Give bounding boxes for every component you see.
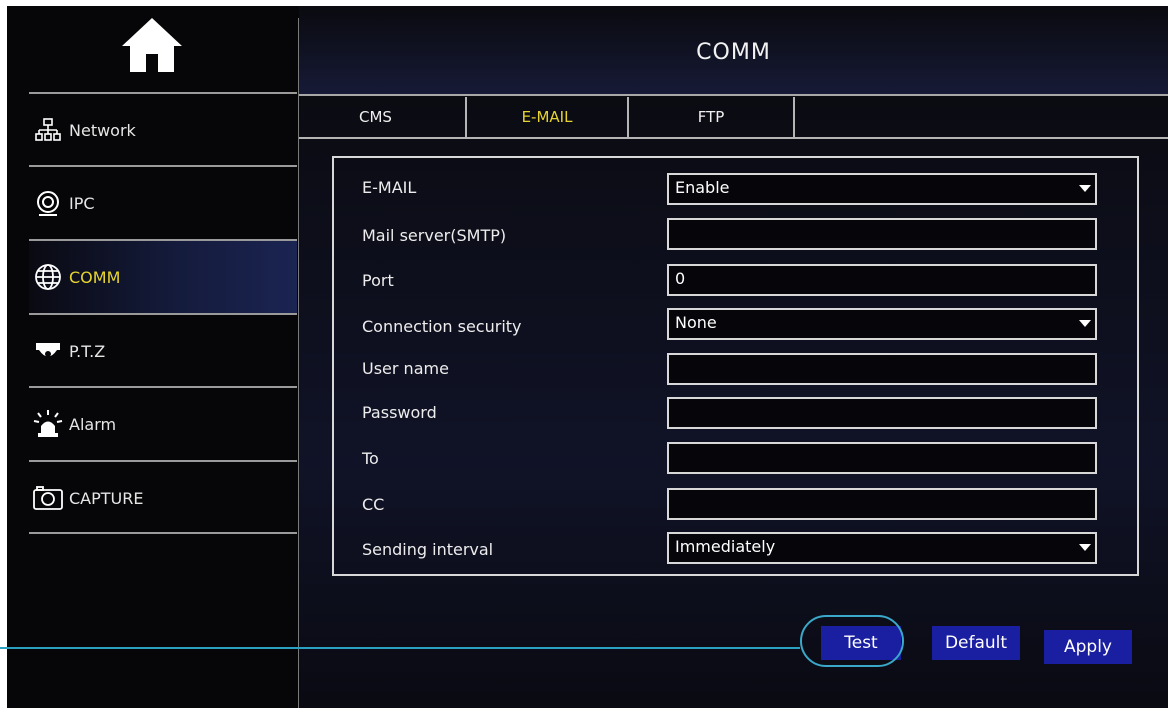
smtp-server-input[interactable] xyxy=(667,218,1097,250)
tab-cms[interactable]: CMS xyxy=(299,97,467,137)
sidebar: Network IPC COMM P.T.Z Alarm CAPTURE xyxy=(7,6,297,708)
network-icon xyxy=(33,115,63,145)
cc-label: CC xyxy=(362,495,385,514)
callout-highlight-ring xyxy=(800,615,904,667)
page-title: COMM xyxy=(696,40,771,65)
sidebar-item-ipc[interactable]: IPC xyxy=(29,167,297,239)
sidebar-item-label: Network xyxy=(69,120,136,140)
chevron-down-icon xyxy=(1079,185,1091,192)
connection-security-select[interactable]: None xyxy=(667,308,1097,340)
sidebar-item-label: Alarm xyxy=(69,414,117,434)
connection-security-label: Connection security xyxy=(362,317,522,336)
email-enable-select[interactable]: Enable xyxy=(667,173,1097,205)
chevron-down-icon xyxy=(1079,320,1091,327)
sidebar-item-ptz[interactable]: P.T.Z xyxy=(29,315,297,387)
chevron-down-icon xyxy=(1079,544,1091,551)
home-button[interactable] xyxy=(7,6,297,84)
sidebar-item-label: COMM xyxy=(69,267,121,287)
sidebar-item-network[interactable]: Network xyxy=(29,94,297,166)
sidebar-item-label: P.T.Z xyxy=(69,341,106,361)
camera-icon xyxy=(33,483,63,513)
sidebar-item-label: CAPTURE xyxy=(69,488,144,508)
password-label: Password xyxy=(362,403,437,422)
alarm-light-icon xyxy=(33,409,63,439)
callout-line xyxy=(0,647,800,649)
default-button[interactable]: Default xyxy=(932,626,1020,660)
username-label: User name xyxy=(362,359,449,378)
sending-interval-label: Sending interval xyxy=(362,540,494,559)
to-label: To xyxy=(362,449,379,468)
smtp-label: Mail server(SMTP) xyxy=(362,226,507,245)
sidebar-item-capture[interactable]: CAPTURE xyxy=(29,462,297,534)
cc-input[interactable] xyxy=(667,488,1097,520)
port-input[interactable]: 0 xyxy=(667,264,1097,296)
sidebar-item-label: IPC xyxy=(69,193,95,213)
username-input[interactable] xyxy=(667,353,1097,385)
ptz-camera-icon xyxy=(33,336,63,366)
password-input[interactable] xyxy=(667,397,1097,429)
globe-icon xyxy=(33,262,63,292)
home-icon xyxy=(122,18,182,72)
ipc-camera-icon xyxy=(33,188,63,218)
sending-interval-select[interactable]: Immediately xyxy=(667,532,1097,564)
port-label: Port xyxy=(362,271,394,290)
apply-button[interactable]: Apply xyxy=(1044,630,1132,664)
tab-e-mail[interactable]: E-MAIL xyxy=(467,97,627,137)
sidebar-item-alarm[interactable]: Alarm xyxy=(29,388,297,460)
email-label: E-MAIL xyxy=(362,178,417,197)
to-input[interactable] xyxy=(667,442,1097,474)
dvr-screen: COMM Network IPC COMM P.T.Z Alarm CAPTUR… xyxy=(7,6,1168,708)
tab-ftp[interactable]: FTP xyxy=(629,97,793,137)
sidebar-item-comm[interactable]: COMM xyxy=(29,241,297,313)
